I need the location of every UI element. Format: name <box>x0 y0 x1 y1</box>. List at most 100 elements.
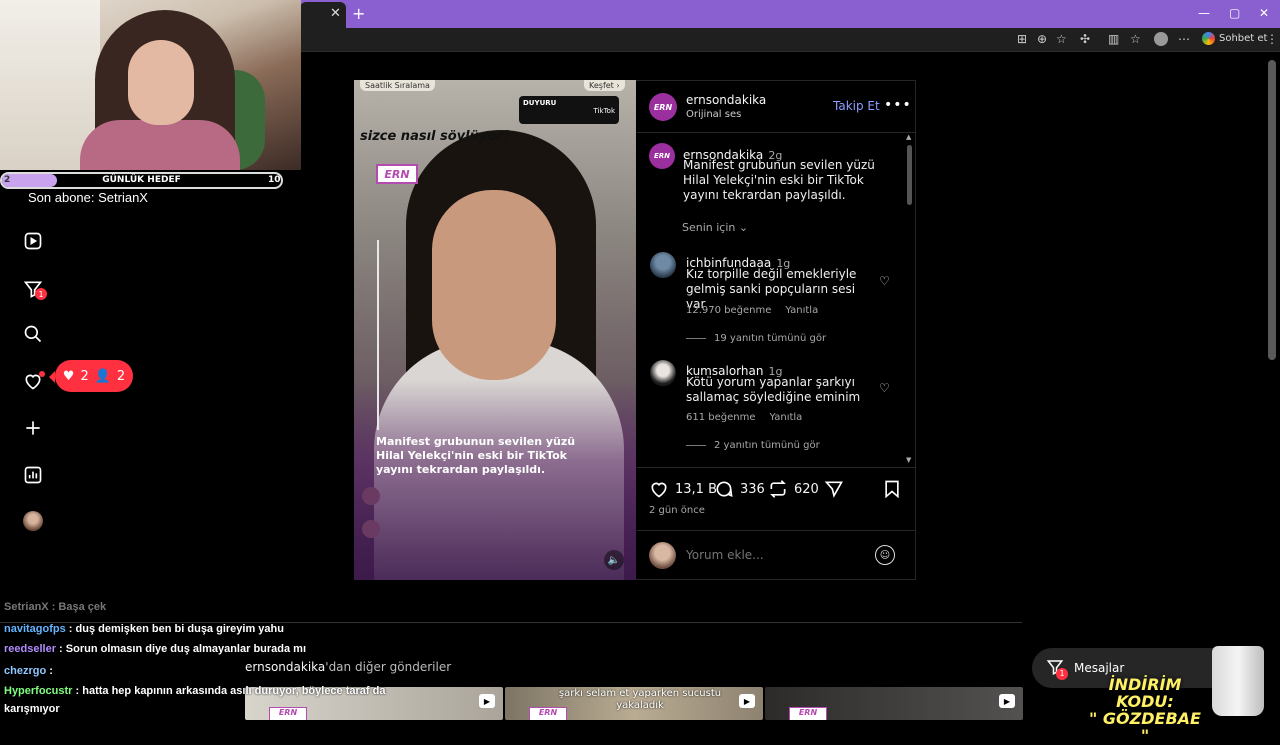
comment-input[interactable] <box>686 548 866 562</box>
chat-text: : <box>49 665 53 677</box>
post-thumbnail[interactable]: ERN ▶ <box>765 687 1023 720</box>
save-button[interactable] <box>882 479 902 499</box>
view-replies[interactable]: 2 yanıtın tümünü gör <box>686 440 820 451</box>
comment-likes[interactable]: 611 beğenme <box>686 412 756 423</box>
scroll-up-arrow[interactable]: ▲ <box>906 133 911 141</box>
comment-button[interactable]: 336 <box>714 479 765 499</box>
webcam-person-shirt <box>80 120 240 170</box>
copilot-icon <box>1202 32 1215 45</box>
comment-likes[interactable]: 12.970 beğenme <box>686 305 771 316</box>
reels-icon[interactable] <box>20 228 46 254</box>
maximize-button[interactable]: ▢ <box>1229 6 1240 20</box>
mute-button[interactable]: 🔈 <box>604 550 624 570</box>
notification-pill[interactable]: ♥ 2 👤 2 <box>49 360 133 392</box>
video-progress-line <box>377 240 379 430</box>
post-time: 2 gün önce <box>649 505 705 516</box>
comments-scrollbar[interactable] <box>906 135 912 461</box>
my-avatar <box>649 542 676 569</box>
repost-button[interactable]: 620 <box>768 479 819 499</box>
search-icon[interactable] <box>20 321 46 347</box>
chat-text: : Sorun olmasın diye duş almayanlar bura… <box>59 643 307 655</box>
comment-like-icon[interactable]: ♡ <box>879 274 890 288</box>
like-count: 13,1 B <box>675 481 717 497</box>
promo-code: İNDİRİM KODU: " GÖZDEBAE " <box>1089 675 1201 745</box>
split-screen-icon[interactable]: ▥ <box>1108 32 1119 46</box>
scroll-down-arrow[interactable]: ▼ <box>906 456 911 464</box>
chevron-down-icon: ⌄ <box>738 221 749 234</box>
filter-badge: 1 <box>35 288 47 300</box>
chat-user: reedseller <box>4 643 56 655</box>
chat-text: : Başa çek <box>51 601 107 613</box>
profile-avatar[interactable] <box>23 511 43 531</box>
more-from-heading: ernsondakika'dan diğer gönderiler <box>245 660 452 674</box>
speaker-icon: 🔈 <box>607 554 621 566</box>
like-button[interactable]: 13,1 B <box>649 479 717 499</box>
send-icon <box>824 481 843 498</box>
reply-button[interactable]: Yanıtla <box>770 412 803 423</box>
comment-count: 336 <box>740 481 765 497</box>
minimize-button[interactable]: — <box>1198 6 1210 20</box>
video-top-right-label: Keşfet › <box>584 80 625 91</box>
chat-text: : duş demişken ben bi duşa gireyim yahu <box>68 623 284 635</box>
comment-like-icon[interactable]: ♡ <box>879 381 890 395</box>
product-cup-image <box>1212 646 1264 716</box>
favorites-icon[interactable]: ☆ <box>1130 32 1141 46</box>
profile-icon[interactable] <box>1154 32 1168 46</box>
chat-user: SetrianX <box>4 601 49 613</box>
webcam-person-face <box>128 40 194 125</box>
caption-text: Manifest grubunun sevilen yüzü Hilal Yel… <box>683 158 875 202</box>
account-name[interactable]: ernsondakika <box>686 93 766 107</box>
repost-count: 620 <box>794 481 819 497</box>
goal-target: 10 <box>268 175 281 185</box>
video-gradient <box>354 380 636 580</box>
emoji-icon[interactable]: ☺ <box>875 545 895 565</box>
copilot-chat-button[interactable]: Sohbet et <box>1202 32 1267 45</box>
reel-video[interactable]: Saatlik Sıralama Keşfet › DUYURU TikTok … <box>354 80 636 580</box>
create-plus-icon[interactable] <box>20 415 46 441</box>
chat-message: karışmıyor <box>4 703 60 715</box>
more-options-icon[interactable]: ••• <box>884 97 912 113</box>
chat-message: navitagofps : duş demişken ben bi duşa g… <box>4 623 284 635</box>
play-icon: ▶ <box>479 694 495 708</box>
heart-icon: ♥ <box>62 368 75 384</box>
divider <box>637 530 915 531</box>
sidebar-toggle-icon[interactable]: ⋮ <box>1266 32 1278 46</box>
thumbnail-caption: şarkı selam et yaparken sucustu yakaladı… <box>558 688 722 711</box>
person-icon: 👤 <box>94 368 111 384</box>
last-subscriber: Son abone: SetrianX <box>28 190 148 205</box>
dashboard-icon[interactable] <box>20 462 46 488</box>
favorite-star-icon[interactable]: ☆ <box>1056 32 1067 46</box>
view-replies[interactable]: 19 yanıtın tümünü gör <box>686 333 826 344</box>
tab-close-icon[interactable]: ✕ <box>330 6 341 21</box>
extensions-icon[interactable]: ✣ <box>1080 32 1090 46</box>
notifications-heart-icon[interactable] <box>20 368 46 394</box>
menu-dots-icon[interactable]: ⋯ <box>1178 32 1190 46</box>
follow-button[interactable]: Takip Et <box>833 99 880 113</box>
apps-icon[interactable]: ⊞ <box>1017 32 1027 46</box>
play-icon: ▶ <box>739 694 755 708</box>
zoom-icon[interactable]: ⊕ <box>1037 32 1047 46</box>
caption-avatar[interactable]: ERN <box>649 143 675 169</box>
filter-icon[interactable]: 1 <box>20 276 47 302</box>
account-avatar[interactable]: ERN <box>649 93 677 121</box>
sort-dropdown[interactable]: Senin için ⌄ <box>682 221 748 234</box>
more-from-user[interactable]: ernsondakika <box>245 660 325 674</box>
comment-meta: 611 beğenme Yanıtla <box>686 412 802 423</box>
video-question: sizce nasıl söylüyor? <box>360 129 511 144</box>
close-window-button[interactable]: ✕ <box>1259 6 1269 20</box>
chat-message: reedseller : Sorun olmasın diye duş alma… <box>4 643 306 655</box>
new-tab-button[interactable]: + <box>352 4 365 23</box>
page-scrollbar[interactable] <box>1268 60 1276 360</box>
audio-label[interactable]: Orijinal ses <box>686 109 741 120</box>
chat-message: SetrianX : Başa çek <box>4 601 106 613</box>
play-icon: ▶ <box>999 694 1015 708</box>
messages-badge: 1 <box>1056 667 1068 680</box>
share-button[interactable] <box>824 479 844 499</box>
chat-message: chezrgo : <box>4 665 53 677</box>
reply-button[interactable]: Yanıtla <box>785 305 818 316</box>
comment-meta: 12.970 beğenme Yanıtla <box>686 305 818 316</box>
notification-dot <box>39 371 45 377</box>
chat-user: Hyperfocustr <box>4 685 73 697</box>
comment-avatar[interactable] <box>650 252 676 278</box>
comment-avatar[interactable] <box>650 360 676 386</box>
